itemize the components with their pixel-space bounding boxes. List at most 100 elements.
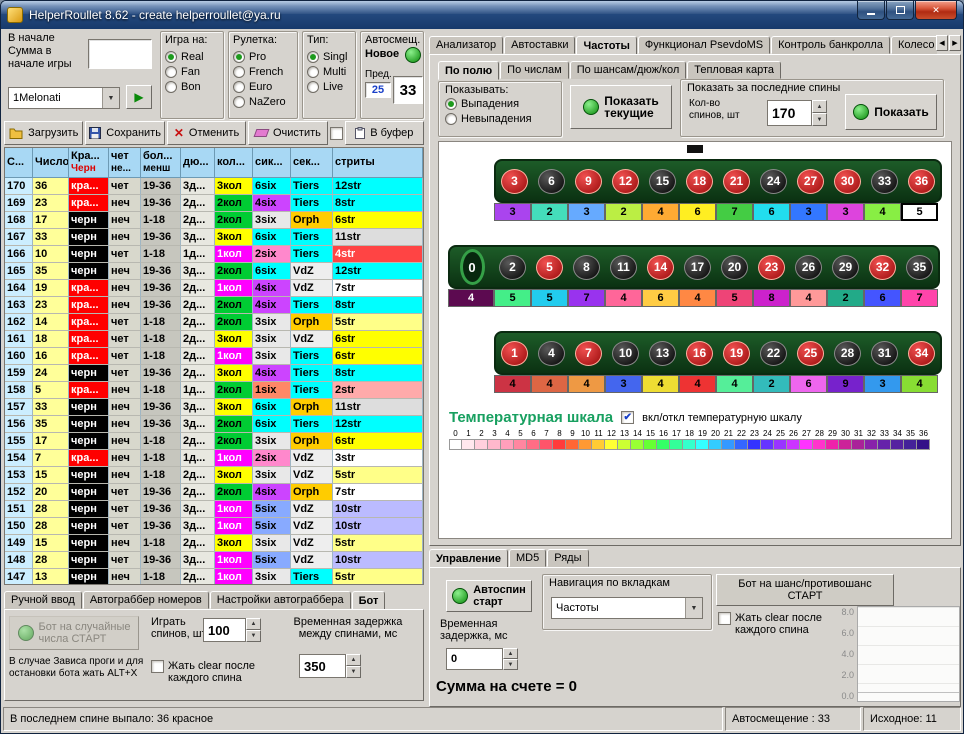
spin-delay-value[interactable]: 350 <box>299 654 346 678</box>
table-row[interactable]: 15733черннеч19-363д...3кол6sixOrph11str <box>5 399 423 416</box>
column-header[interactable]: Число <box>33 148 69 178</box>
felt-number-7[interactable]: 7 <box>570 333 607 373</box>
felt-number-20[interactable]: 20 <box>716 247 753 287</box>
table-row[interactable]: 16923кра...неч19-362д...2кол4sixTiers8st… <box>5 195 423 212</box>
temperature-scale-checkbox[interactable]: ✔ <box>621 411 634 424</box>
felt-number-32[interactable]: 32 <box>864 247 901 287</box>
subtab-По шансам/дюж/кол[interactable]: По шансам/дюж/кол <box>570 61 687 79</box>
table-row[interactable]: 15220чернчет19-362д...2кол4sixOrph7str <box>5 484 423 501</box>
table-row[interactable]: 16419кра...неч19-362д...1кол4sixVdZ7str <box>5 280 423 297</box>
chevron-down-icon[interactable]: ▼ <box>102 88 119 108</box>
table-row[interactable]: 15924чернчет19-362д...3кол4sixTiers8str <box>5 365 423 382</box>
radio-Pro[interactable]: Pro <box>233 49 293 64</box>
column-header[interactable]: С... <box>5 148 33 178</box>
autoshift-new-label[interactable]: Новое <box>365 48 399 60</box>
table-row[interactable]: 14713черннеч1-182д...1кол3sixTiers5str <box>5 569 423 585</box>
felt-number-2[interactable]: 2 <box>494 247 531 287</box>
radio-Singl[interactable]: Singl <box>307 49 351 64</box>
play-spins-value[interactable]: 100 <box>203 618 246 642</box>
step-up-button[interactable]: ▲ <box>346 654 361 666</box>
felt-number-13[interactable]: 13 <box>644 333 681 373</box>
felt-number-10[interactable]: 10 <box>607 333 644 373</box>
tab-Бот[interactable]: Бот <box>352 591 386 610</box>
radio-Fan[interactable]: Fan <box>165 64 219 79</box>
felt-number-16[interactable]: 16 <box>681 333 718 373</box>
felt-number-17[interactable]: 17 <box>679 247 716 287</box>
clear-button[interactable]: Очистить <box>248 121 327 145</box>
felt-number-19[interactable]: 19 <box>718 333 755 373</box>
random-bot-button[interactable]: Бот на случайные числа СТАРТ <box>9 616 139 650</box>
radio-Euro[interactable]: Euro <box>233 79 293 94</box>
checkbox-box[interactable] <box>718 612 731 625</box>
felt-number-11[interactable]: 11 <box>605 247 642 287</box>
column-header[interactable]: Кра...Черн <box>69 148 109 178</box>
table-row[interactable]: 15028чернчет19-363д...1кол5sixVdZ10str <box>5 518 423 535</box>
zero-cell[interactable]: 0 <box>448 245 494 289</box>
checkbox-box[interactable] <box>151 660 164 673</box>
profile-combobox[interactable]: 1Melonati ▼ <box>8 87 120 109</box>
table-row[interactable]: 14915черннеч1-182д...3кол3sixVdZ5str <box>5 535 423 552</box>
radio-Real[interactable]: Real <box>165 49 219 64</box>
bot-clear-checkbox[interactable]: Жать clear после каждого спина <box>151 660 255 684</box>
close-button[interactable]: ✕ <box>915 1 957 20</box>
radio-Невыпадения[interactable]: Невыпадения <box>445 111 555 126</box>
title-bar[interactable]: HelperRoullet 8.62 - create helperroulle… <box>1 1 963 29</box>
tab-scroll-right-button[interactable]: ▶ <box>949 35 961 51</box>
table-row[interactable]: 16323кра...неч19-362д...2кол4sixTiers8st… <box>5 297 423 314</box>
spin-count-value[interactable]: 170 <box>767 100 812 126</box>
felt-number-35[interactable]: 35 <box>901 247 938 287</box>
tab-navigation-combobox[interactable]: Частоты ▼ <box>551 597 703 619</box>
felt-number-26[interactable]: 26 <box>790 247 827 287</box>
step-down-button[interactable]: ▼ <box>503 659 518 670</box>
felt-number-6[interactable]: 6 <box>533 161 570 201</box>
load-button[interactable]: Загрузить <box>4 121 83 145</box>
felt-number-28[interactable]: 28 <box>829 333 866 373</box>
column-header[interactable]: дю... <box>181 148 215 178</box>
tab-Автоставки[interactable]: Автоставки <box>504 36 575 54</box>
felt-number-22[interactable]: 22 <box>755 333 792 373</box>
table-row[interactable]: 16016кра...чет1-182д...1кол3sixTiers6str <box>5 348 423 365</box>
felt-number-8[interactable]: 8 <box>568 247 605 287</box>
chevron-down-icon[interactable]: ▼ <box>685 598 702 618</box>
felt-number-3[interactable]: 3 <box>496 161 533 201</box>
subtab-Тепловая карта[interactable]: Тепловая карта <box>687 61 781 79</box>
table-row[interactable]: 15517черннеч1-182д...2кол3sixOrph6str <box>5 433 423 450</box>
column-header[interactable]: четне... <box>109 148 141 178</box>
delay-stepper[interactable]: 0 ▲ ▼ <box>446 648 518 670</box>
radio-Multi[interactable]: Multi <box>307 64 351 79</box>
felt-number-29[interactable]: 29 <box>827 247 864 287</box>
step-up-button[interactable]: ▲ <box>812 100 827 113</box>
tab-Анализатор[interactable]: Анализатор <box>429 36 503 54</box>
table-row[interactable]: 16214кра...чет1-182д...2кол3sixOrph5str <box>5 314 423 331</box>
spin-count-stepper[interactable]: 170 ▲ ▼ <box>767 100 827 126</box>
play-spins-stepper[interactable]: 100 ▲ ▼ <box>203 618 261 642</box>
tab-Колесо[interactable]: Колесо <box>891 36 937 54</box>
column-header[interactable]: стриты <box>333 148 423 178</box>
felt-number-27[interactable]: 27 <box>792 161 829 201</box>
table-row[interactable]: 16535черннеч19-363д...2кол6sixVdZ12str <box>5 263 423 280</box>
save-button[interactable]: Сохранить <box>85 121 164 145</box>
felt-number-4[interactable]: 4 <box>533 333 570 373</box>
felt-number-33[interactable]: 33 <box>866 161 903 201</box>
tab-Настройки автограббера[interactable]: Настройки автограббера <box>210 591 351 609</box>
felt-number-1[interactable]: 1 <box>496 333 533 373</box>
step-up-button[interactable]: ▲ <box>246 618 261 630</box>
spin-delay-stepper[interactable]: 350 ▲ ▼ <box>299 654 361 678</box>
felt-number-24[interactable]: 24 <box>755 161 792 201</box>
felt-number-23[interactable]: 23 <box>753 247 790 287</box>
felt-number-34[interactable]: 34 <box>903 333 940 373</box>
felt-number-25[interactable]: 25 <box>792 333 829 373</box>
step-down-button[interactable]: ▼ <box>812 113 827 126</box>
table-row[interactable]: 1547кра...неч1-181д...1кол2sixVdZ3str <box>5 450 423 467</box>
felt-number-31[interactable]: 31 <box>866 333 903 373</box>
felt-number-5[interactable]: 5 <box>531 247 568 287</box>
history-table[interactable]: С...ЧислоКра...Чернчетне...бол...меншдю.… <box>4 147 424 585</box>
step-down-button[interactable]: ▼ <box>346 666 361 678</box>
show-button[interactable]: Показать <box>845 94 937 130</box>
buffer-button[interactable]: В буфер <box>345 121 424 145</box>
tab-Управление[interactable]: Управление <box>429 549 508 568</box>
table-row[interactable]: 17036кра...чет19-363д...3кол6sixTiers12s… <box>5 178 423 195</box>
table-row[interactable]: 16733черннеч19-363д...3кол6sixTiers11str <box>5 229 423 246</box>
tab-Ручной ввод[interactable]: Ручной ввод <box>4 591 82 609</box>
tab-scroll-left-button[interactable]: ◀ <box>936 35 948 51</box>
